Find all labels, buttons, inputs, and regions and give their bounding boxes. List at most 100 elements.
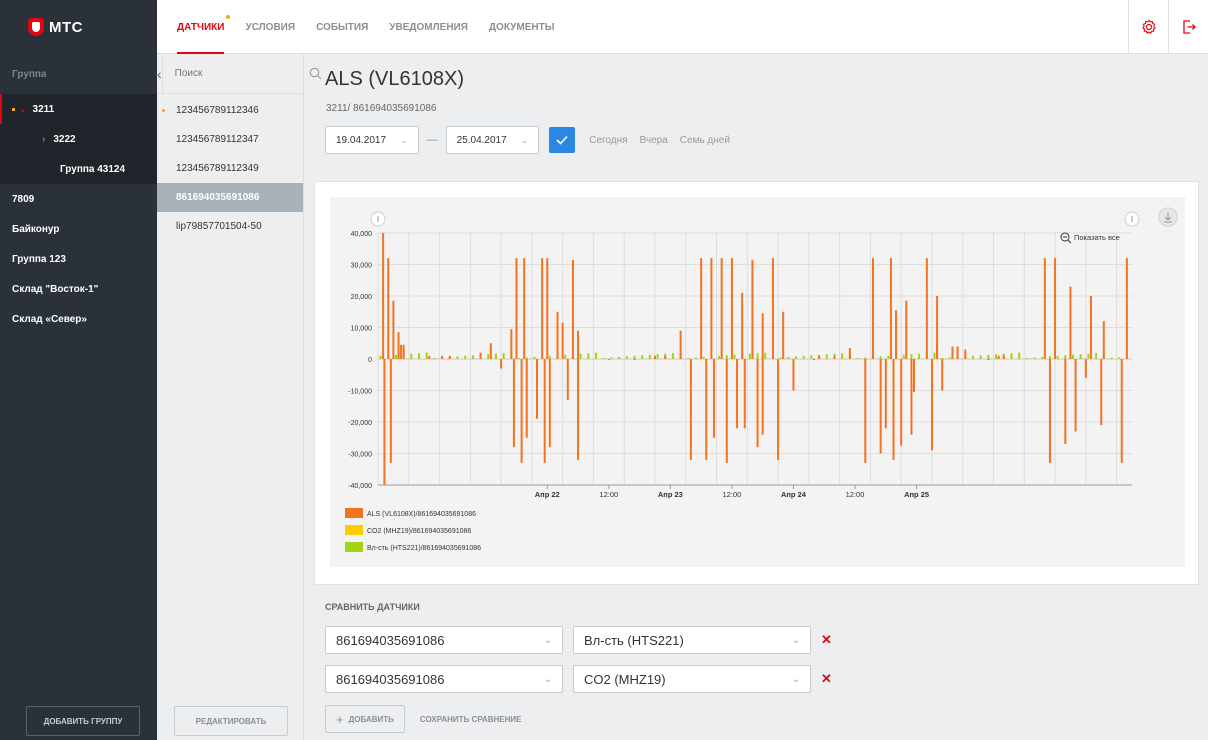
tab-conditions[interactable]: УСЛОВИЯ — [245, 0, 295, 54]
y-tick-label: -20,000 — [348, 420, 372, 427]
als-bar — [1069, 286, 1072, 359]
sidebar-item-3222[interactable]: › 3222 — [0, 124, 157, 154]
save-compare-link[interactable]: СОХРАНИТЬ СРАВНЕНИЕ — [420, 715, 522, 724]
y-tick-label: 20,000 — [351, 294, 373, 301]
x-tick-label: Апр 23 — [658, 490, 683, 499]
humidity-bar — [887, 355, 890, 359]
x-tick-label: Апр 22 — [535, 490, 560, 499]
logo-area: МТС — [0, 0, 157, 54]
device-item[interactable]: 123456789112346 — [157, 96, 303, 125]
device-item[interactable]: lip79857701504-50 — [157, 212, 303, 241]
sidebar-item-baikonur[interactable]: Байконур — [0, 214, 157, 244]
sidebar-item-warehouse-north[interactable]: Склад «Север» — [0, 304, 157, 334]
add-group-button[interactable]: ДОБАВИТЬ ГРУППУ — [26, 706, 140, 736]
humidity-bar — [779, 357, 782, 359]
humidity-bar — [802, 355, 805, 359]
quick-yesterday[interactable]: Вчера — [640, 135, 668, 146]
als-bar — [664, 355, 667, 359]
sidebar-item-label: Склад "Восток-1" — [12, 283, 99, 295]
als-bar — [771, 258, 774, 359]
chevron-down-icon: ⌄ — [791, 673, 800, 685]
compare-label: СРАВНИТЬ ДАТЧИКИ — [325, 602, 420, 612]
humidity-bar — [579, 353, 582, 359]
chevron-down-icon[interactable]: ⌄ — [19, 104, 27, 115]
sidebar-item-7809[interactable]: 7809 — [0, 184, 157, 214]
sidebar-item-label: Группа 43124 — [60, 163, 126, 175]
device-item-active[interactable]: 861694035691086 — [157, 183, 303, 212]
device-select[interactable]: 861694035691086 ⌄ — [325, 626, 563, 654]
humidity-bar — [548, 355, 551, 359]
humidity-bar — [933, 352, 936, 359]
main-panel: ALS (VL6108X) 3211/ 861694035691086 19.0… — [305, 54, 1208, 740]
als-bar — [525, 359, 528, 438]
als-bar — [956, 346, 959, 359]
sidebar-item-group-123[interactable]: Группа 123 — [0, 244, 157, 274]
humidity-bar — [618, 356, 621, 359]
y-tick-label: 0 — [368, 357, 372, 364]
als-bar — [1120, 359, 1123, 463]
sidebar-item-label: Байконур — [12, 223, 60, 235]
tab-documents[interactable]: ДОКУМЕНТЫ — [489, 0, 555, 54]
als-bar — [571, 259, 574, 359]
humidity-bar — [594, 352, 597, 359]
sensor-select[interactable]: CO2 (MHZ19) ⌄ — [573, 665, 811, 693]
als-bar — [1043, 258, 1046, 359]
show-all-link[interactable]: Показать все — [1074, 233, 1120, 242]
apply-date-button[interactable] — [549, 127, 576, 153]
edit-button[interactable]: РЕДАКТИРОВАТЬ — [174, 706, 288, 736]
check-icon — [556, 135, 568, 145]
legend-label[interactable]: ALS (VL6108X)/861694035691086 — [367, 511, 476, 518]
legend-swatch — [345, 508, 363, 518]
humidity-bar — [733, 354, 736, 359]
device-item[interactable]: 123456789112347 — [157, 125, 303, 154]
chevron-left-icon: ‹ — [157, 65, 162, 82]
sensor-select-value: Вл-сть (HTS221) — [584, 632, 684, 648]
date-from-value: 19.04.2017 — [336, 134, 387, 146]
date-from-picker[interactable]: 19.04.2017 ⌄ — [325, 126, 419, 154]
legend-label[interactable]: CO2 (MHZ19)/861694035691086 — [367, 528, 471, 535]
marker-icon — [162, 109, 165, 112]
search-input[interactable] — [162, 53, 309, 94]
quick-seven-days[interactable]: Семь дней — [680, 135, 730, 146]
legend-label[interactable]: Вл-сть (HTS221)/861694035691086 — [367, 545, 481, 552]
als-bar — [951, 346, 954, 359]
sidebar-item-warehouse-east[interactable]: Склад "Восток-1" — [0, 274, 157, 304]
als-bar — [1054, 258, 1057, 359]
sensor-select[interactable]: Вл-сть (HTS221) ⌄ — [573, 626, 811, 654]
chevron-right-icon[interactable]: › — [42, 134, 45, 145]
sidebar-item-label: Группа 123 — [12, 253, 66, 265]
humidity-bar — [1110, 358, 1113, 359]
remove-compare-button[interactable]: ✕ — [821, 632, 832, 648]
als-bar — [930, 359, 933, 451]
sidebar-item-group-43124[interactable]: Группа 43124 — [0, 154, 157, 184]
y-tick-label: -10,000 — [348, 389, 372, 396]
humidity-bar — [910, 354, 913, 359]
legend-swatch — [345, 525, 363, 535]
page-title: ALS (VL6108X) — [325, 68, 464, 90]
humidity-bar — [633, 355, 636, 359]
logo[interactable]: МТС — [28, 18, 83, 36]
als-bar — [397, 332, 400, 359]
x-tick-label: 12:00 — [846, 490, 865, 499]
tab-notifications[interactable]: УВЕДОМЛЕНИЯ — [389, 0, 468, 54]
sidebar-item-3211[interactable]: ⌄ 3211 — [0, 94, 157, 124]
humidity-bar — [410, 353, 413, 359]
date-to-picker[interactable]: 25.04.2017 ⌄ — [445, 126, 540, 154]
logout-button[interactable] — [1168, 0, 1208, 54]
humidity-bar — [756, 353, 759, 359]
tab-sensors[interactable]: ДАТЧИКИ — [177, 0, 231, 54]
als-bar — [400, 344, 403, 359]
device-select[interactable]: 861694035691086 ⌄ — [325, 665, 563, 693]
humidity-bar — [433, 358, 436, 359]
y-tick-label: 30,000 — [351, 263, 373, 270]
humidity-bar — [379, 355, 382, 359]
tab-events[interactable]: СОБЫТИЯ — [316, 0, 368, 54]
als-bar — [756, 359, 759, 448]
chevron-down-icon: ⌄ — [543, 673, 552, 685]
remove-compare-button[interactable]: ✕ — [821, 671, 832, 687]
add-compare-button[interactable]: + ДОБАВИТЬ — [325, 705, 405, 733]
x-tick-label: Апр 24 — [781, 490, 807, 499]
settings-button[interactable] — [1128, 0, 1168, 54]
device-item[interactable]: 123456789112349 — [157, 154, 303, 183]
quick-today[interactable]: Сегодня — [589, 135, 627, 146]
